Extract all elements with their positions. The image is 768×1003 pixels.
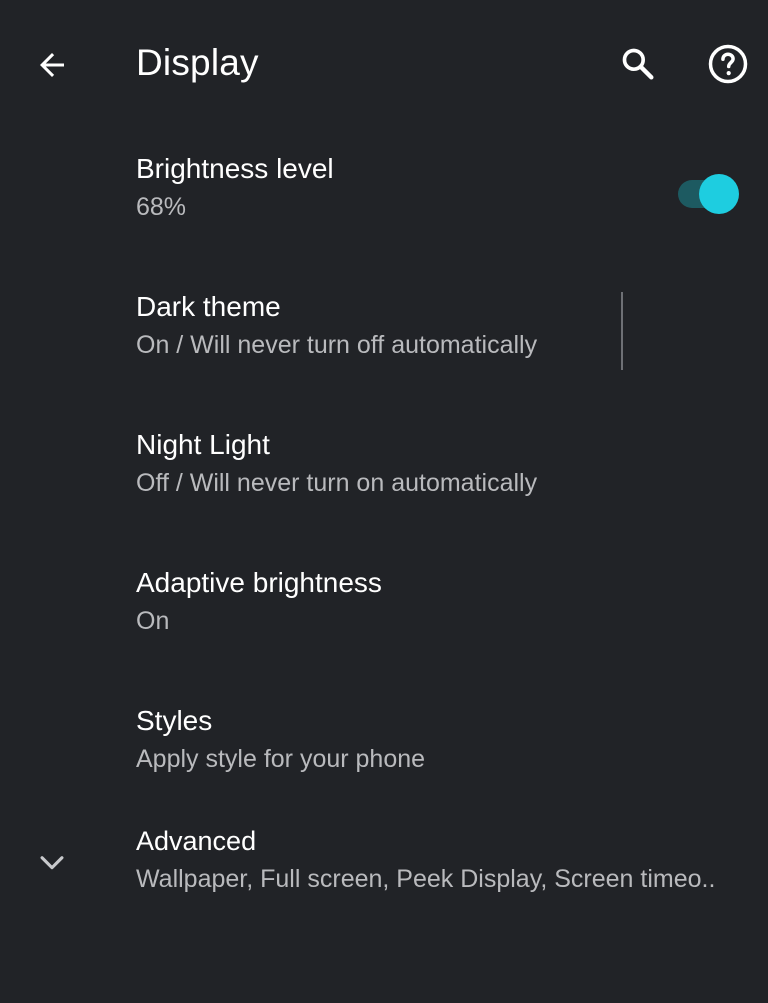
search-icon xyxy=(622,48,654,80)
adaptive-brightness-item[interactable]: Adaptive brightness On xyxy=(0,544,768,682)
item-summary: Off / Will never turn on automatically xyxy=(136,469,538,497)
arrow-back-icon xyxy=(40,53,64,77)
help-icon xyxy=(708,44,748,84)
night-light-item[interactable]: Night Light Off / Will never turn on aut… xyxy=(0,406,768,544)
dark-theme-switch[interactable] xyxy=(676,174,740,214)
item-title: Styles xyxy=(136,705,213,736)
back-button[interactable] xyxy=(22,38,82,92)
item-title: Night Light xyxy=(136,429,270,460)
advanced-text: Advanced Wallpaper, Full screen, Peek Di… xyxy=(136,822,738,898)
switch-thumb xyxy=(699,174,739,214)
item-title: Adaptive brightness xyxy=(136,567,382,598)
advanced-item[interactable]: Advanced Wallpaper, Full screen, Peek Di… xyxy=(0,820,768,958)
dark-theme-item[interactable]: Dark theme On / Will never turn off auto… xyxy=(0,268,768,406)
item-title: Dark theme xyxy=(136,291,281,322)
dark-theme-text: Dark theme On / Will never turn off auto… xyxy=(136,288,598,364)
chevron-down-icon xyxy=(30,840,74,884)
styles-item[interactable]: Styles Apply style for your phone xyxy=(0,682,768,820)
styles-text: Styles Apply style for your phone xyxy=(136,702,738,778)
item-summary: Apply style for your phone xyxy=(136,745,426,773)
adaptive-brightness-text: Adaptive brightness On xyxy=(136,564,738,640)
item-summary: On / Will never turn off automatically xyxy=(136,331,538,359)
item-summary: Wallpaper, Full screen, Peek Display, Sc… xyxy=(136,865,716,893)
item-title: Advanced xyxy=(136,826,257,856)
search-button[interactable] xyxy=(608,36,668,92)
item-title: Brightness level xyxy=(136,153,334,184)
display-settings-screen: Display Brightness level 68% Dark theme … xyxy=(0,0,768,1003)
settings-list: Brightness level 68% Dark theme On / Wil… xyxy=(0,130,768,958)
item-summary: 68% xyxy=(136,193,187,221)
vertical-divider xyxy=(621,292,623,370)
brightness-level-text: Brightness level 68% xyxy=(136,150,738,226)
item-summary: On xyxy=(136,607,170,635)
page-title: Display xyxy=(136,42,259,83)
night-light-text: Night Light Off / Will never turn on aut… xyxy=(136,426,738,502)
help-button[interactable] xyxy=(698,36,758,92)
app-bar: Display xyxy=(0,0,768,130)
brightness-level-item[interactable]: Brightness level 68% xyxy=(0,130,768,268)
